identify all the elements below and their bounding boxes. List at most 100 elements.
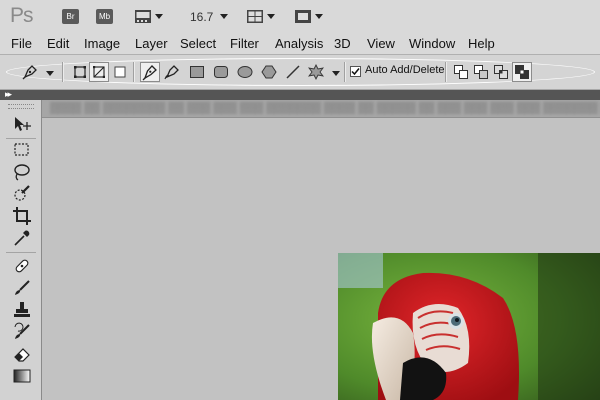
panel-header-strip [0,90,600,100]
pen-tool-button[interactable] [140,62,160,82]
menu-select[interactable]: Select [180,36,216,51]
launch-mini-bridge-button[interactable]: Mb [96,8,113,25]
eyedropper-icon [14,230,30,246]
auto-add-delete-label: Auto Add/Delete [365,64,445,76]
rectangular-marquee-tool[interactable] [12,140,32,160]
geometry-options-dropdown-icon[interactable] [332,71,340,76]
divider [445,62,447,82]
custom-shape-icon [308,64,324,80]
quick-selection-tool[interactable] [12,184,32,204]
menu-bar: File Edit Image Layer Select Filter Anal… [0,34,600,55]
divider [133,62,135,82]
rounded-rectangle-icon [214,66,228,78]
screen-mode-icon [295,10,311,23]
application-bar: Ps Br Mb 16.7 [0,0,600,35]
crop-icon [13,207,31,225]
tool-preset-picker[interactable] [22,64,38,80]
marquee-icon [14,143,29,156]
move-icon [15,117,31,131]
lasso-tool[interactable] [12,162,32,182]
exclude-overlapping-path-areas-button[interactable] [512,62,532,82]
pen-icon [142,65,157,81]
screen-mode-button[interactable] [294,8,323,25]
preset-dropdown-icon[interactable] [46,71,54,76]
intersect-path-areas-button[interactable] [493,64,509,80]
shape-layers-mode-button[interactable] [72,64,88,80]
freeform-pen-tool-button[interactable] [164,64,180,80]
ellipse-icon [237,66,253,78]
exclude-path-icon [515,65,529,79]
menu-image[interactable]: Image [84,36,120,51]
auto-add-delete-checkbox[interactable] [350,66,361,77]
checkmark-icon [351,68,360,76]
custom-shape-tool-button[interactable] [308,64,324,80]
rectangle-icon [190,66,204,78]
paths-mode-button[interactable] [89,62,109,82]
subtract-from-path-area-button[interactable] [473,64,489,80]
view-extras-button[interactable] [134,8,163,25]
document-tab-title-blurred: ▒▒▒▒ ▒▒ ▒▒▒▒▒▒▒▒ ▒▒ ▒▒▒ ▒▒▒ ▒▒▒ ▒▒▒▒▒▒▒ … [50,102,600,114]
parrot-photo [338,253,600,400]
line-tool-button[interactable] [285,64,301,80]
chevron-down-icon [155,14,163,19]
arrange-documents-button[interactable] [246,8,275,25]
menu-edit[interactable]: Edit [47,36,69,51]
brush-tool[interactable] [12,278,32,298]
parrot-illustration [338,253,600,400]
add-to-path-area-button[interactable] [453,64,469,80]
zoom-level[interactable]: 16.7 [190,10,213,24]
pen-tool-icon [22,65,37,80]
fill-pixels-icon [114,66,126,78]
menu-file[interactable]: File [11,36,32,51]
shape-layers-icon [74,66,86,78]
clone-stamp-icon [14,302,30,317]
menu-window[interactable]: Window [409,36,455,51]
rounded-rectangle-tool-button[interactable] [213,64,229,80]
healing-brush-icon [15,259,29,273]
toolbox-panel [0,100,42,400]
clone-stamp-tool[interactable] [12,300,32,320]
history-brush-tool[interactable] [12,322,32,342]
subtract-path-icon [474,65,488,79]
quick-selection-icon [14,185,30,201]
freeform-pen-icon [164,65,179,80]
crop-tool[interactable] [12,206,32,226]
chevron-down-icon [267,14,275,19]
divider [62,62,64,82]
bridge-icon: Br [62,9,79,24]
gradient-tool[interactable] [12,366,32,386]
lasso-icon [14,164,30,181]
gradient-icon [13,369,31,383]
history-brush-icon [14,322,30,339]
intersect-path-icon [494,65,508,79]
fill-pixels-mode-button[interactable] [112,64,128,80]
move-tool[interactable] [12,114,32,134]
polygon-icon [261,65,277,79]
mini-bridge-icon: Mb [96,9,113,24]
arrange-documents-icon [247,10,263,23]
launch-bridge-button[interactable]: Br [62,8,79,25]
menu-filter[interactable]: Filter [230,36,259,51]
menu-analysis[interactable]: Analysis [275,36,323,51]
polygon-tool-button[interactable] [261,64,277,80]
menu-3d[interactable]: 3D [334,36,351,51]
eyedropper-tool[interactable] [12,228,32,248]
eraser-icon [14,348,30,362]
expand-panels-icon[interactable]: ▸▸ [5,89,12,100]
zoom-dropdown-icon[interactable] [220,14,228,19]
toolbox-grip[interactable] [8,104,34,109]
ellipse-tool-button[interactable] [237,64,253,80]
brush-icon [15,280,30,295]
rectangle-tool-button[interactable] [189,64,205,80]
film-strip-icon [135,10,151,23]
menu-layer[interactable]: Layer [135,36,168,51]
document-tab[interactable]: ▒▒▒▒ ▒▒ ▒▒▒▒▒▒▒▒ ▒▒ ▒▒▒ ▒▒▒ ▒▒▒ ▒▒▒▒▒▒▒ … [42,100,600,118]
divider [6,138,36,139]
add-to-path-icon [454,65,468,79]
eraser-tool[interactable] [12,344,32,364]
menu-help[interactable]: Help [468,36,495,51]
chevron-down-icon [315,14,323,19]
spot-healing-brush-tool[interactable] [12,256,32,276]
divider [344,62,346,82]
menu-view[interactable]: View [367,36,395,51]
